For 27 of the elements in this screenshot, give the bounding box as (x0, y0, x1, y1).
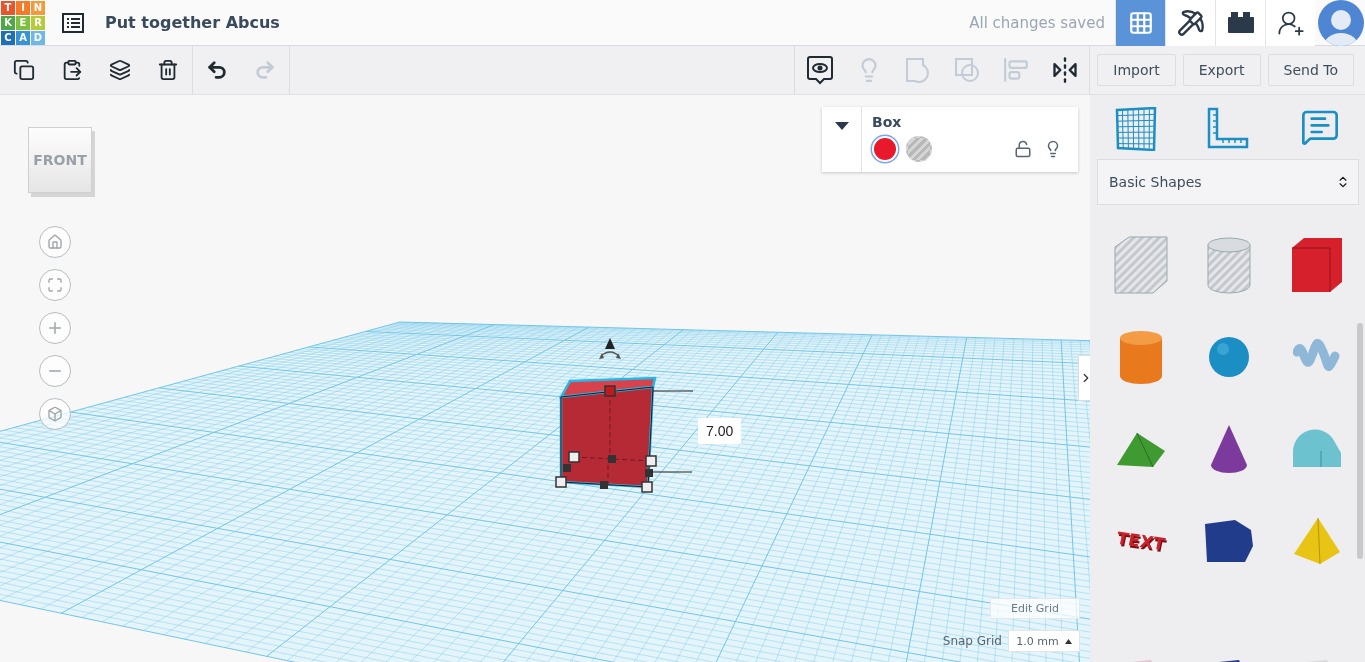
snap-grid-select[interactable]: 1.0 mm (1008, 630, 1080, 652)
dimension-value[interactable]: 7.00 (698, 418, 742, 444)
color-swatch[interactable] (872, 136, 898, 162)
ruler-icon[interactable] (1207, 107, 1250, 151)
shape-name[interactable]: Box (872, 114, 1068, 130)
toolbar-button[interactable]: Send To (1267, 54, 1354, 86)
grid-icon[interactable] (1115, 107, 1158, 151)
cube-icon[interactable] (39, 398, 71, 430)
hole-swatch[interactable] (906, 136, 932, 162)
move-arrow-icon[interactable] (599, 338, 621, 359)
3d-text-label: TEXT (1117, 527, 1165, 555)
collapse-handle[interactable] (1078, 355, 1090, 401)
logo[interactable]: T I N K E R C A D (1, 0, 45, 45)
caret-icon[interactable] (822, 107, 862, 172)
category-select[interactable]: Basic Shapes (1097, 159, 1359, 205)
box-drawing[interactable] (555, 376, 657, 493)
toolbar-button[interactable]: Import (1097, 54, 1176, 86)
save-status: All changes saved (969, 13, 1105, 32)
snap-grid-label: Snap Grid (942, 634, 1002, 648)
add-user-icon[interactable] (1265, 0, 1315, 46)
toolbar-button[interactable]: Export (1182, 54, 1261, 86)
pickaxe-icon[interactable] (1165, 0, 1215, 46)
design-title[interactable]: Put together Abcus (105, 13, 280, 32)
caret-icon (1064, 638, 1072, 644)
edit-grid-button[interactable]: Edit Grid (990, 598, 1080, 619)
brick-icon[interactable] (1215, 0, 1265, 46)
scrollbar[interactable] (1357, 323, 1363, 559)
